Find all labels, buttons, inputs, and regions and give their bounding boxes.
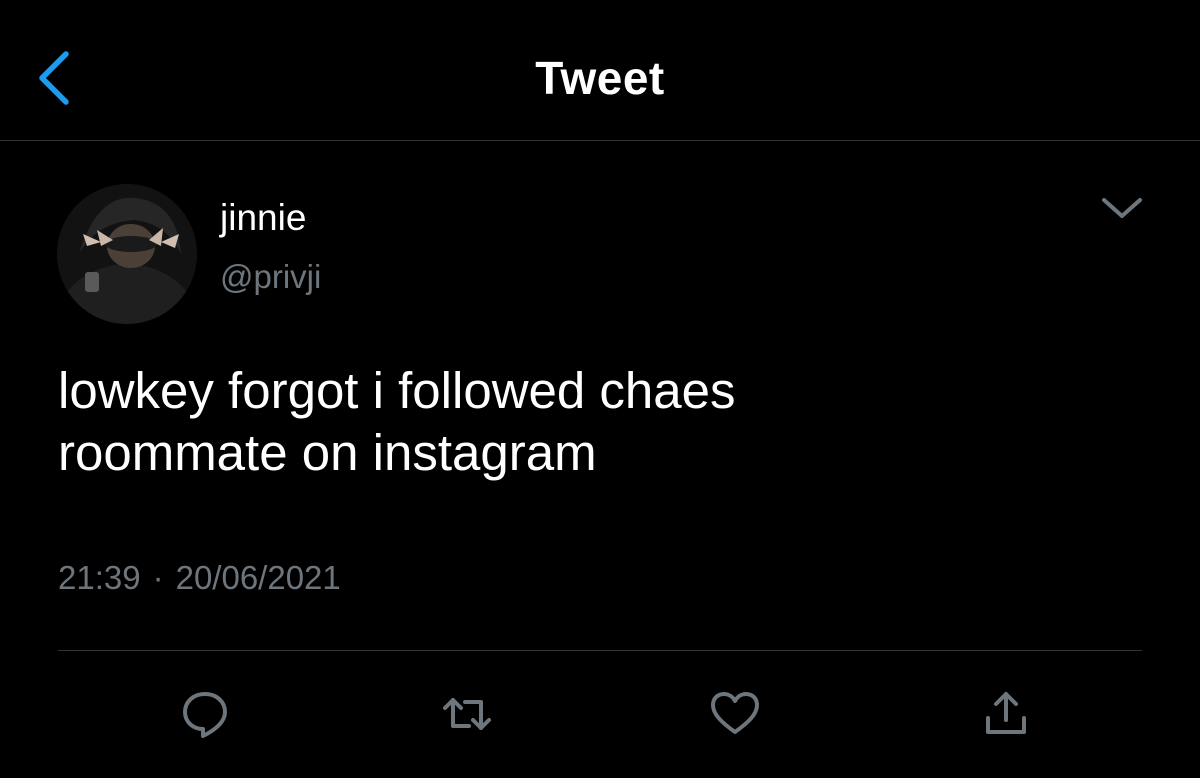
nav-bar: Tweet <box>0 0 1200 141</box>
display-name[interactable]: jinnie <box>220 196 306 240</box>
tweet-timestamp: 21:39 · 20/06/2021 <box>58 558 341 598</box>
divider <box>58 650 1142 651</box>
share-icon <box>986 692 1026 734</box>
share-button[interactable] <box>978 686 1034 742</box>
reply-icon <box>183 692 227 738</box>
like-button[interactable] <box>707 686 763 742</box>
retweet-icon <box>443 698 491 730</box>
tweet-time: 21:39 <box>58 559 141 596</box>
retweet-button[interactable] <box>439 686 495 742</box>
tweet-text-line: roommate on instagram <box>58 424 597 481</box>
tweet-date: 20/06/2021 <box>175 559 341 596</box>
meta-separator: · <box>152 559 164 596</box>
reply-button[interactable] <box>177 686 233 742</box>
page-title: Tweet <box>535 52 665 104</box>
chevron-down-icon <box>1102 198 1142 218</box>
tweet-text: lowkey forgot i followed chaes roommate … <box>58 360 1138 484</box>
user-handle[interactable]: @privji <box>220 257 321 297</box>
more-options-button[interactable] <box>1096 190 1148 226</box>
avatar[interactable] <box>57 184 197 324</box>
profile-photo <box>57 184 197 324</box>
tweet-text-line: lowkey forgot i followed chaes <box>58 362 736 419</box>
like-icon <box>711 692 759 734</box>
